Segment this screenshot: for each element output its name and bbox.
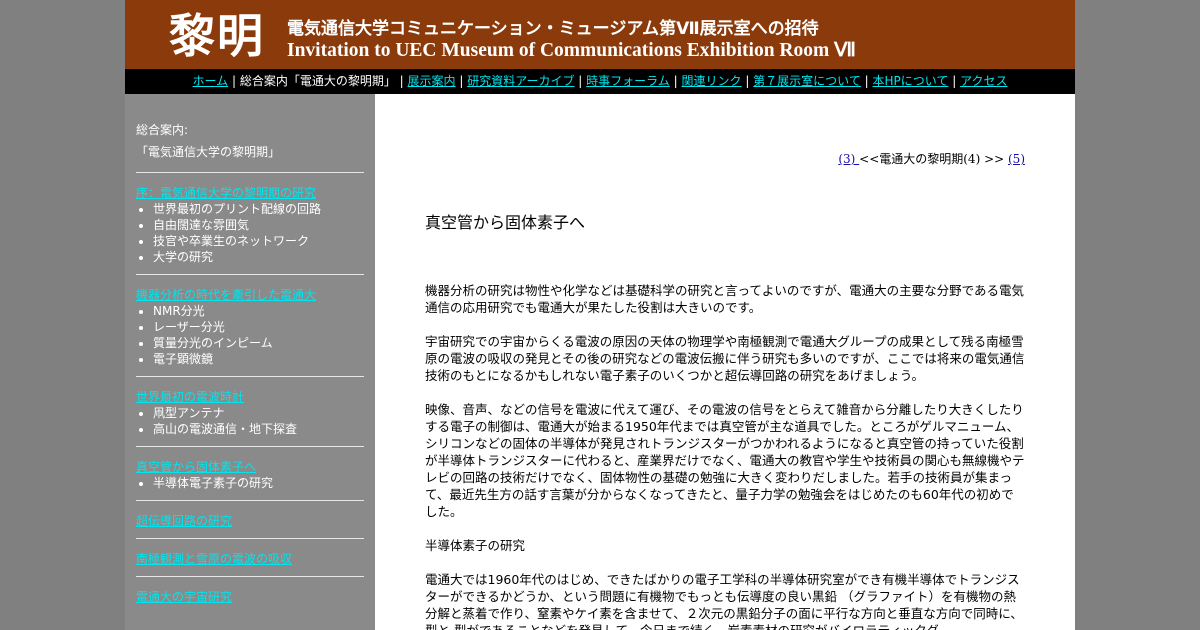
sidebar-list-item: 世界最初のプリント配線の回路 (153, 201, 364, 217)
pager-next-link[interactable]: (5) (1008, 152, 1025, 166)
article-paragraph: 宇宙研究での宇宙からくる電波の原因の天体の物理学や南極観測で電通大グループの成果… (425, 334, 1025, 383)
sidebar-divider (136, 446, 364, 447)
main-content: (3) <<電通大の黎明期(4) >> (5) 真空管から固体素子へ 機器分析の… (425, 94, 1025, 630)
sidebar-list: NMR分光 レーザー分光 質量分光のインピーム 電子顕微鏡 (136, 303, 364, 367)
sidebar-divider (136, 172, 364, 173)
nav-separator: | (741, 74, 754, 88)
sidebar-list-item: 自由闊達な雰囲気 (153, 217, 364, 233)
sidebar-section-link[interactable]: 真空管から固体素子へ (136, 459, 364, 475)
sidebar-list-item: NMR分光 (153, 303, 364, 319)
page-container: 黎明 電気通信大学コミュニケーション・ミュージアム第Ⅶ展示室への招待 Invit… (125, 0, 1075, 630)
sidebar-list: 半導体電子素子の研究 (136, 475, 364, 491)
article-paragraph: 映像、音声、などの信号を電波に代えて運び、その電波の信号をとらえて雑音から分離し… (425, 402, 1025, 519)
sidebar: 総合案内: 「電気通信大学の黎明期」 序：電気通信大学の黎明期の研究 世界最初の… (125, 94, 375, 630)
nav-access-link[interactable]: アクセス (960, 74, 1007, 88)
sidebar-list-item: 大学の研究 (153, 249, 364, 265)
sidebar-list: 凧型アンテナ 高山の電波通信・地下探査 (136, 405, 364, 437)
sidebar-section-link[interactable]: 南極観測と雪原の電波の吸収 (136, 551, 364, 567)
sidebar-section-link[interactable]: 機器分析の時代を牽引した電通大 (136, 287, 364, 303)
article-body: 機器分析の研究は物性や化学などは基礎科学の研究と言ってよいのですが、電通大の主要… (425, 282, 1025, 630)
nav-current: 総合案内「電通大の黎明期」 (239, 74, 396, 88)
sidebar-divider (136, 576, 364, 577)
sidebar-list-item: 質量分光のインピーム (153, 335, 364, 351)
nav-archive-link[interactable]: 研究資料アーカイブ (467, 74, 574, 88)
sidebar-divider (136, 274, 364, 275)
sidebar-section-link[interactable]: 超伝導回路の研究 (136, 513, 364, 529)
nav-links-link[interactable]: 関連リンク (681, 74, 741, 88)
sidebar-list: 世界最初のプリント配線の回路 自由闊達な雰囲気 技官や卒業生のネットワーク 大学… (136, 201, 364, 265)
sidebar-section-link[interactable]: 電通大の宇宙研究 (136, 589, 364, 605)
sidebar-section-link[interactable]: 序：電気通信大学の黎明期の研究 (136, 185, 364, 201)
page-pager: (3) <<電通大の黎明期(4) >> (5) (838, 150, 1025, 167)
sidebar-divider (136, 500, 364, 501)
banner-title-ja: 電気通信大学コミュニケーション・ミュージアム第Ⅶ展示室への招待 (287, 19, 819, 39)
sidebar-list-item: 電子顕微鏡 (153, 351, 364, 367)
nav-separator: | (948, 74, 961, 88)
banner-logo: 黎明 (169, 9, 265, 63)
nav-exhibits-link[interactable]: 展示案内 (408, 74, 456, 88)
nav-separator: | (455, 74, 468, 88)
nav-separator: | (228, 74, 240, 88)
article-subheading: 半導体素子の研究 (425, 538, 526, 553)
article-paragraph: 電通大では1960年代のはじめ、できたばかりの電子工学科の半導体研究室ができ有機… (425, 572, 1023, 630)
site-banner: 黎明 電気通信大学コミュニケーション・ミュージアム第Ⅶ展示室への招待 Invit… (125, 0, 1075, 69)
nav-forum-link[interactable]: 時事フォーラム (586, 74, 670, 88)
sidebar-list-item: レーザー分光 (153, 319, 364, 335)
nav-separator: | (669, 74, 682, 88)
sidebar-list-item: 技官や卒業生のネットワーク (153, 233, 364, 249)
top-nav: ホーム | 総合案内「電通大の黎明期」 | 展示案内 | 研究資料アーカイブ |… (125, 69, 1075, 94)
nav-home-link[interactable]: ホーム (193, 74, 229, 88)
section-title: 真空管から固体素子へ (425, 213, 586, 232)
nav-separator: | (395, 74, 408, 88)
sidebar-subheading: 「電気通信大学の黎明期」 (136, 145, 281, 159)
banner-title-en: Invitation to UEC Museum of Communicatio… (287, 40, 856, 61)
sidebar-list-item: 半導体電子素子の研究 (153, 475, 364, 491)
pager-prev-link[interactable]: (3) (838, 152, 859, 166)
nav-separator: | (860, 74, 873, 88)
nav-about-link[interactable]: 本HPについて (873, 74, 949, 88)
sidebar-heading: 総合案内: (136, 123, 189, 137)
sidebar-list-item: 高山の電波通信・地下探査 (153, 421, 364, 437)
nav-separator: | (574, 74, 587, 88)
sidebar-divider (136, 538, 364, 539)
sidebar-section-link[interactable]: 世界最初の電波時計 (136, 389, 364, 405)
sidebar-divider (136, 376, 364, 377)
article-paragraph: 機器分析の研究は物性や化学などは基礎科学の研究と言ってよいのですが、電通大の主要… (425, 283, 1025, 315)
nav-room7-link[interactable]: 第７展示室について (753, 74, 861, 88)
sidebar-list-item: 凧型アンテナ (153, 405, 364, 421)
pager-current: <<電通大の黎明期(4) >> (859, 152, 1008, 166)
